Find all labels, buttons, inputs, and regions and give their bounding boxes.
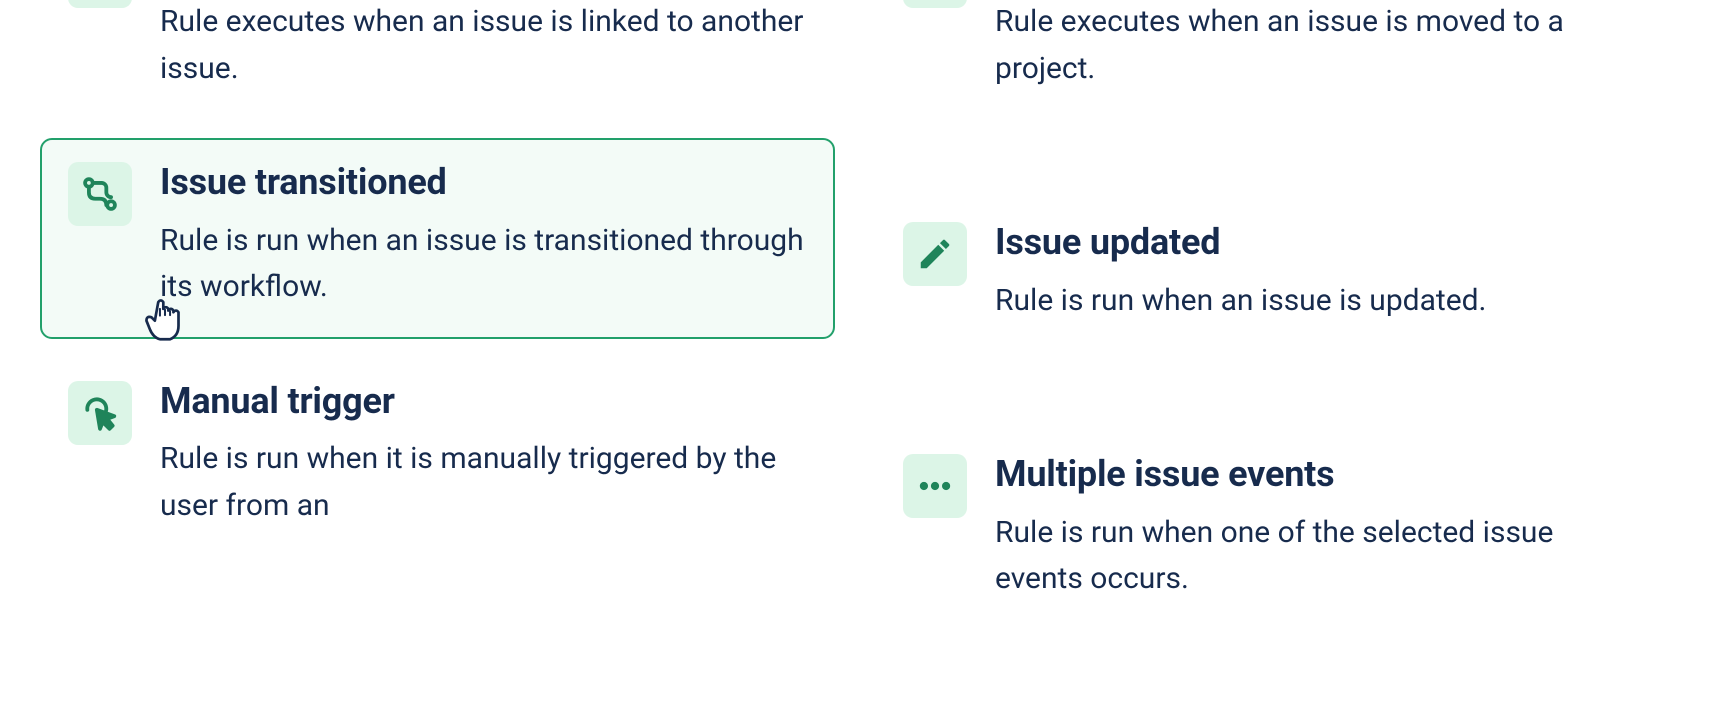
trigger-card-content: Issue linked Rule executes when an issue… xyxy=(160,0,807,92)
trigger-card-title: Manual trigger xyxy=(160,381,807,422)
link-refresh-icon xyxy=(68,0,132,8)
dots-icon xyxy=(903,454,967,518)
trigger-card-content: Manual trigger Rule is run when it is ma… xyxy=(160,381,807,529)
trigger-card-issue-transitioned[interactable]: Issue transitioned Rule is run when an i… xyxy=(40,138,835,338)
cursor-click-icon xyxy=(68,381,132,445)
trigger-card-issue-updated[interactable]: Issue updated Rule is run when an issue … xyxy=(875,198,1670,352)
trigger-card-desc: Rule is run when one of the selected iss… xyxy=(995,510,1642,603)
transition-icon xyxy=(68,162,132,226)
trigger-card-content: Issue moved Rule executes when an issue … xyxy=(995,0,1642,92)
trigger-card-title: Multiple issue events xyxy=(995,454,1642,495)
trigger-card-manual-trigger[interactable]: Manual trigger Rule is run when it is ma… xyxy=(40,357,835,557)
trigger-card-issue-linked[interactable]: Issue linked Rule executes when an issue… xyxy=(40,0,835,120)
trigger-card-desc: Rule is run when an issue is updated. xyxy=(995,278,1486,325)
trigger-column-left: Issue linked Rule executes when an issue… xyxy=(40,0,835,631)
move-arrow-icon xyxy=(903,0,967,8)
pencil-icon xyxy=(903,222,967,286)
trigger-card-issue-moved[interactable]: Issue moved Rule executes when an issue … xyxy=(875,0,1670,120)
trigger-card-content: Issue updated Rule is run when an issue … xyxy=(995,222,1486,324)
trigger-card-multiple-issue-events[interactable]: Multiple issue events Rule is run when o… xyxy=(875,430,1670,630)
trigger-column-right: Issue moved Rule executes when an issue … xyxy=(875,0,1670,631)
trigger-card-title: Issue updated xyxy=(995,222,1486,263)
trigger-card-content: Multiple issue events Rule is run when o… xyxy=(995,454,1642,602)
trigger-card-desc: Rule executes when an issue is moved to … xyxy=(995,0,1642,92)
trigger-card-desc: Rule executes when an issue is linked to… xyxy=(160,0,807,92)
trigger-card-content: Issue transitioned Rule is run when an i… xyxy=(160,162,807,310)
trigger-card-title: Issue transitioned xyxy=(160,162,807,203)
trigger-card-desc: Rule is run when it is manually triggere… xyxy=(160,436,807,529)
trigger-card-desc: Rule is run when an issue is transitione… xyxy=(160,218,807,311)
